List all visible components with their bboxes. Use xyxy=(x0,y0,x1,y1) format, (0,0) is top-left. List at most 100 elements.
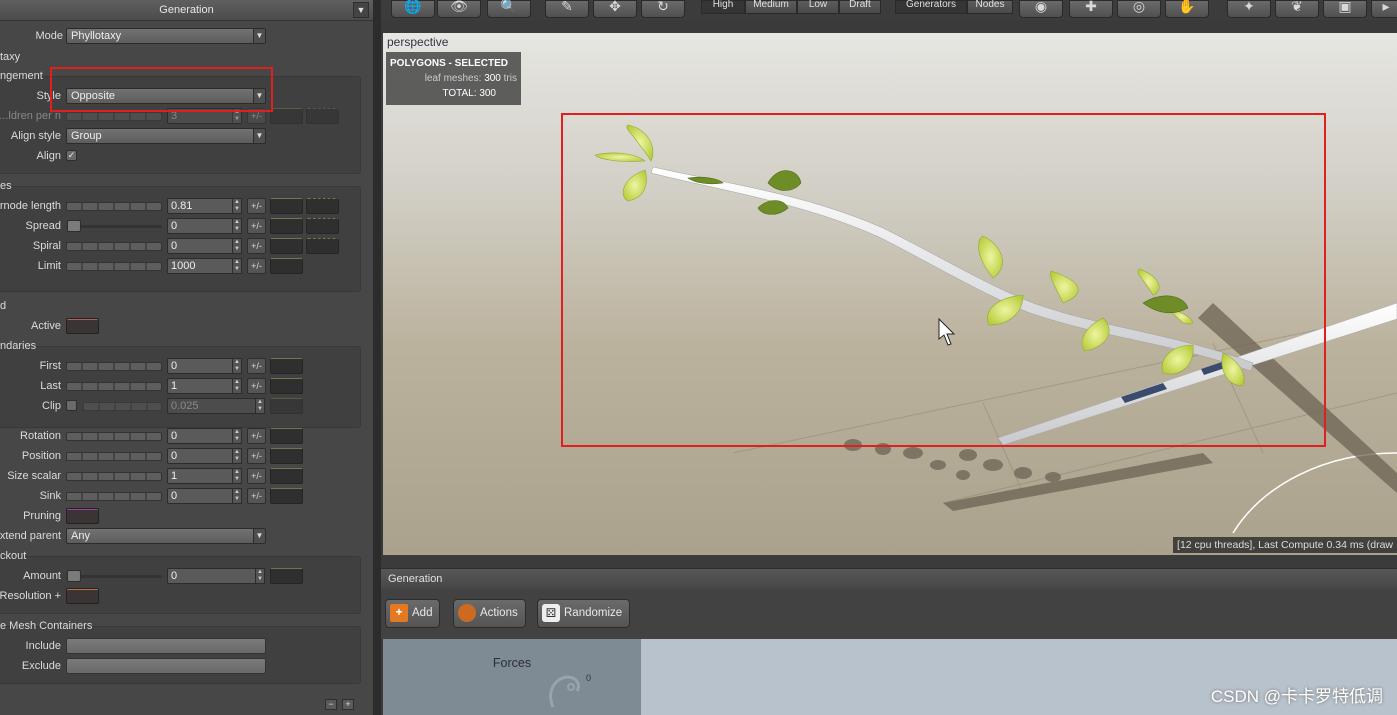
spread-spinner[interactable]: ▲ ▼ xyxy=(232,218,242,234)
first-slider[interactable] xyxy=(66,362,162,371)
clip-curve[interactable] xyxy=(270,398,303,414)
lod-medium-button[interactable]: Medium xyxy=(745,0,797,14)
mode-dropdown[interactable]: Phyllotaxy ▼ xyxy=(66,28,266,44)
first-curve[interactable] xyxy=(270,358,303,374)
node-canvas[interactable]: Forces 0 CSDN @卡卡罗特低调 xyxy=(383,639,1397,715)
limit-spinner[interactable]: ▲ ▼ xyxy=(232,258,242,274)
rotation-field[interactable]: 0 xyxy=(167,428,242,444)
pruning-toggle[interactable] xyxy=(66,508,99,524)
leaf-icon[interactable]: ❦ xyxy=(1275,0,1319,18)
align-style-dropdown[interactable]: Group ▼ xyxy=(66,128,266,144)
clip-slider[interactable] xyxy=(83,402,162,411)
nodes-button[interactable]: Nodes xyxy=(967,0,1013,14)
position-spinner[interactable]: ▲ ▼ xyxy=(232,448,242,464)
limit-field[interactable]: 1000 xyxy=(167,258,242,274)
zoom-icon[interactable]: 🔍 xyxy=(487,0,531,18)
sink-field[interactable]: 0 xyxy=(167,488,242,504)
last-plusminus-button[interactable]: +/- xyxy=(247,378,266,394)
spread-curve-alt[interactable] xyxy=(306,218,339,234)
randomize-button[interactable]: ⚄ Randomize xyxy=(537,599,631,628)
spiral-curve-alt[interactable] xyxy=(306,238,339,254)
sink-curve[interactable] xyxy=(270,488,303,504)
size-scalar-field[interactable]: 1 xyxy=(167,468,242,484)
size-scalar-plusminus-button[interactable]: +/- xyxy=(247,468,266,484)
eye-icon[interactable]: 👁 xyxy=(437,0,481,18)
internode-length-field[interactable]: 0.81 xyxy=(167,198,242,214)
image-icon[interactable]: ▣ xyxy=(1323,0,1367,18)
position-curve[interactable] xyxy=(270,448,303,464)
last-field[interactable]: 1 xyxy=(167,378,242,394)
spread-field[interactable]: 0 xyxy=(167,218,242,234)
pencil-icon[interactable]: ✎ xyxy=(545,0,589,18)
rotation-spinner[interactable]: ▲ ▼ xyxy=(232,428,242,444)
spread-slider-handle[interactable] xyxy=(67,220,81,232)
lod-draft-button[interactable]: Draft xyxy=(839,0,881,14)
limit-slider[interactable] xyxy=(66,262,162,271)
generators-button[interactable]: Generators xyxy=(895,0,967,14)
more-icon[interactable]: ▸ xyxy=(1371,0,1397,18)
expand-button[interactable]: + xyxy=(342,699,354,710)
children-plusminus-button[interactable]: +/- xyxy=(247,108,266,124)
active-toggle[interactable] xyxy=(66,318,99,334)
3d-viewport[interactable]: perspective POLYGONS - SELECTED leaf mes… xyxy=(383,33,1397,555)
internode-plusminus-button[interactable]: +/- xyxy=(247,198,266,214)
position-field[interactable]: 0 xyxy=(167,448,242,464)
size-scalar-spinner[interactable]: ▲ ▼ xyxy=(232,468,242,484)
view-eye-icon[interactable]: ◎ xyxy=(1117,0,1161,18)
forces-node[interactable]: Forces 0 xyxy=(383,639,641,715)
limit-plusminus-button[interactable]: +/- xyxy=(247,258,266,274)
limit-curve[interactable] xyxy=(270,258,303,274)
hand-icon[interactable]: ✋ xyxy=(1165,0,1209,18)
clip-spinner[interactable]: ▲ ▼ xyxy=(255,398,265,414)
clip-checkbox[interactable] xyxy=(66,400,77,411)
panel-scrollbar[interactable] xyxy=(373,0,381,715)
add-button[interactable]: + Add xyxy=(385,599,441,628)
collapse-button[interactable]: − xyxy=(325,699,337,710)
amount-spinner[interactable]: ▲ ▼ xyxy=(255,568,265,584)
internode-curve-alt[interactable] xyxy=(306,198,339,214)
children-curve-alt[interactable] xyxy=(306,108,339,124)
amount-curve[interactable] xyxy=(270,568,303,584)
lod-low-button[interactable]: Low xyxy=(797,0,839,14)
sink-spinner[interactable]: ▲ ▼ xyxy=(232,488,242,504)
clip-field[interactable]: 0.025 xyxy=(167,398,257,414)
internode-length-slider[interactable] xyxy=(66,202,162,211)
actions-button[interactable]: Actions xyxy=(453,599,526,628)
children-slider[interactable] xyxy=(66,112,162,121)
add-node-icon[interactable]: ✚ xyxy=(1069,0,1113,18)
rotation-slider[interactable] xyxy=(66,432,162,441)
panel-menu-button[interactable]: ▼ xyxy=(353,2,369,18)
globe-icon[interactable]: 🌐 xyxy=(391,0,435,18)
transform-icon[interactable]: ✥ xyxy=(593,0,637,18)
spread-curve[interactable] xyxy=(270,218,303,234)
spiral-curve[interactable] xyxy=(270,238,303,254)
last-spinner[interactable]: ▲ ▼ xyxy=(232,378,242,394)
first-field[interactable]: 0 xyxy=(167,358,242,374)
align-checkbox[interactable]: ✓ xyxy=(66,150,77,161)
rotation-plusminus-button[interactable]: +/- xyxy=(247,428,266,444)
spiral-spinner[interactable]: ▲ ▼ xyxy=(232,238,242,254)
last-curve[interactable] xyxy=(270,378,303,394)
exclude-field[interactable] xyxy=(66,658,266,674)
extend-parent-dropdown[interactable]: Any ▼ xyxy=(66,528,266,544)
include-field[interactable] xyxy=(66,638,266,654)
last-slider[interactable] xyxy=(66,382,162,391)
size-scalar-curve[interactable] xyxy=(270,468,303,484)
style-dropdown[interactable]: Opposite ▼ xyxy=(66,88,266,104)
children-spinner[interactable]: ▲ ▼ xyxy=(232,108,242,124)
children-curve[interactable] xyxy=(270,108,303,124)
rotate-icon[interactable]: ↻ xyxy=(641,0,685,18)
sink-slider[interactable] xyxy=(66,492,162,501)
children-field[interactable]: 3 xyxy=(167,108,242,124)
amount-field[interactable]: 0 xyxy=(167,568,257,584)
internode-curve[interactable] xyxy=(270,198,303,214)
lod-high-button[interactable]: High xyxy=(701,0,745,14)
spiral-plusminus-button[interactable]: +/- xyxy=(247,238,266,254)
size-scalar-slider[interactable] xyxy=(66,472,162,481)
internode-length-spinner[interactable]: ▲ ▼ xyxy=(232,198,242,214)
first-spinner[interactable]: ▲ ▼ xyxy=(232,358,242,374)
spiral-slider[interactable] xyxy=(66,242,162,251)
amount-slider-handle[interactable] xyxy=(67,570,81,582)
first-plusminus-button[interactable]: +/- xyxy=(247,358,266,374)
spiral-field[interactable]: 0 xyxy=(167,238,242,254)
